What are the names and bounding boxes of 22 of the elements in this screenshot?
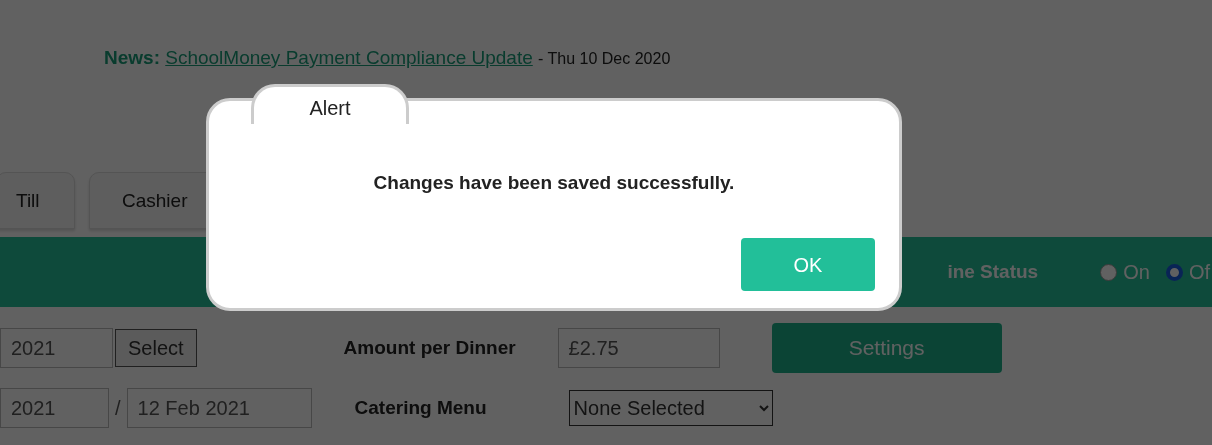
status-label: ine Status bbox=[947, 259, 1039, 284]
amount-field[interactable]: £2.75 bbox=[557, 328, 720, 368]
radio-button[interactable] bbox=[1165, 263, 1183, 281]
ok-button[interactable]: OK bbox=[741, 238, 875, 291]
radio-label: Of bbox=[1188, 260, 1210, 285]
date-field[interactable]: 2021 bbox=[0, 388, 109, 428]
news-link[interactable]: SchoolMoney Payment Compliance Update bbox=[165, 47, 533, 68]
menu-dropdown[interactable]: None Selected bbox=[568, 390, 773, 426]
field-label: Catering Menu bbox=[354, 395, 488, 420]
date-field[interactable]: 12 Feb 2021 bbox=[126, 388, 312, 428]
dialog-message: Changes have been saved successfully. bbox=[372, 171, 736, 195]
field-label: Amount per Dinner bbox=[343, 335, 517, 360]
news-label: News: bbox=[104, 47, 160, 68]
date-field[interactable]: 2021 bbox=[0, 328, 113, 368]
dialog-title: Alert bbox=[251, 84, 409, 124]
radio-label: On bbox=[1123, 260, 1150, 285]
tab[interactable]: Till bbox=[0, 172, 75, 229]
select-button[interactable]: Select bbox=[115, 329, 197, 367]
news-date: - Thu 10 Dec 2020 bbox=[538, 50, 671, 67]
date-separator: / bbox=[115, 396, 121, 421]
settings-button[interactable]: Settings bbox=[771, 323, 1002, 373]
radio-button[interactable] bbox=[1100, 263, 1118, 281]
